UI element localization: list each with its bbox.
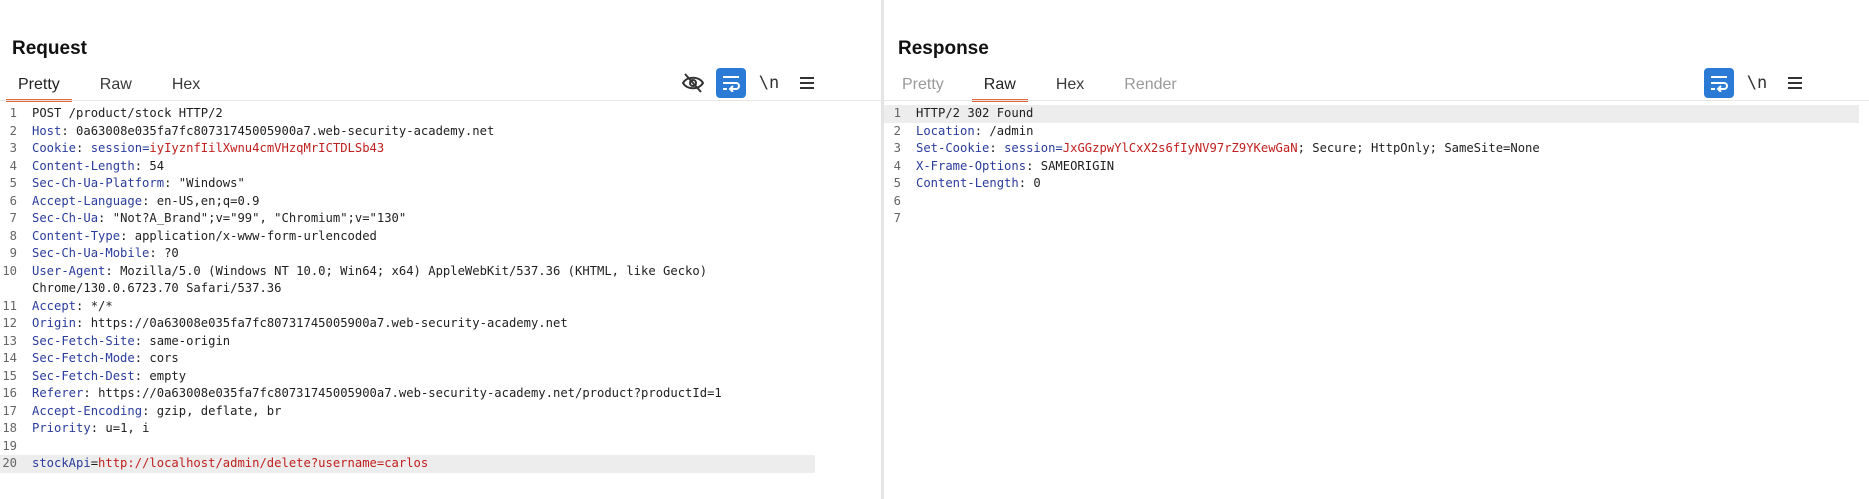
code-line-wrap: Chrome/130.0.6723.70 Safari/537.36: [32, 281, 282, 295]
request-menu-button[interactable]: [792, 68, 822, 98]
request-title: Request: [12, 38, 87, 59]
response-menu-button[interactable]: [1780, 68, 1810, 98]
response-tabs: Pretty Raw Hex Render: [890, 72, 1205, 102]
code-line: 15 Sec-Fetch-Dest: empty: [2, 368, 187, 383]
code-line: 8 Content-Type: application/x-www-form-ur…: [9, 228, 377, 243]
code-line: 6 Accept-Language: en-US,en;q=0.9: [9, 193, 260, 208]
response-toolbar: \n: [1696, 68, 1810, 98]
code-line: 3 Set-Cookie: session=JxGGzpwYlCxX2s6fIyN…: [893, 141, 1540, 155]
code-line: 1 POST /product/stock HTTP/2: [9, 106, 223, 120]
code-line: 3 Cookie: session=iyIyznfIilXwnu4cmVHzqMr…: [9, 141, 385, 155]
code-line: 2 Location: /admin: [893, 123, 1034, 138]
code-line: 14 Sec-Fetch-Mode: cors: [2, 351, 179, 365]
code-line: 18 Priority: u=1, i: [2, 421, 150, 435]
code-line: 12 Origin: https://0a63008e035fa7fc807317…: [2, 316, 568, 330]
code-line: 2 Host: 0a63008e035fa7fc80731745005900a7.…: [9, 123, 495, 138]
response-tab-render[interactable]: Render: [1112, 72, 1188, 102]
response-newline-toggle[interactable]: \n: [1742, 68, 1772, 98]
wrap-icon: [1711, 76, 1728, 92]
request-tab-hex[interactable]: Hex: [160, 72, 212, 102]
code-line: 4 X-Frame-Options: SAMEORIGIN: [893, 158, 1115, 173]
code-line-current: 1 HTTP/2 302 Found: [884, 105, 1859, 123]
code-line: 9 Sec-Ch-Ua-Mobile: ?0: [9, 246, 179, 260]
response-editor[interactable]: 1 HTTP/2 302 Found 2 Location: /admin 3 Set…: [884, 105, 1859, 228]
request-pane: Request Pretty Raw Hex \n 1 POST /produc…: [0, 0, 881, 499]
code-line: 6: [893, 193, 901, 208]
code-line: 5 Sec-Ch-Ua-Platform: "Windows": [9, 176, 245, 190]
code-line: 7 Sec-Ch-Ua: "Not?A_Brand";v="99", "Chrom…: [9, 211, 407, 225]
code-line-current: 20 stockApi=http://localhost/admin/delete…: [0, 455, 815, 473]
request-tab-raw[interactable]: Raw: [88, 72, 144, 102]
response-tab-pretty[interactable]: Pretty: [890, 72, 956, 102]
response-title: Response: [898, 38, 989, 59]
response-tab-raw[interactable]: Raw: [971, 72, 1028, 102]
menu-icon: [800, 77, 814, 89]
code-line: 10 User-Agent: Mozilla/5.0 (Windows NT 10…: [2, 263, 708, 278]
request-toolbar: \n: [670, 68, 822, 98]
code-line: 11 Accept: */*: [2, 298, 113, 313]
code-line: 16 Referer: https://0a63008e035fa7fc80731…: [2, 386, 722, 400]
request-tabs: Pretty Raw Hex: [6, 72, 228, 102]
menu-icon: [1788, 77, 1802, 89]
code-line: 5 Content-Length: 0: [893, 176, 1041, 190]
code-line: 13 Sec-Fetch-Site: same-origin: [2, 333, 231, 348]
request-newline-toggle[interactable]: \n: [754, 68, 784, 98]
wrap-icon: [723, 76, 740, 92]
response-pane: Response Pretty Raw Hex Render \n 1 HTTP/…: [884, 0, 1869, 499]
code-line: 17 Accept-Encoding: gzip, deflate, br: [2, 403, 282, 418]
request-wrap-button[interactable]: [716, 68, 746, 98]
code-line: 7: [893, 211, 901, 225]
eye-off-icon: [681, 73, 705, 93]
code-line: 19: [2, 438, 17, 453]
response-wrap-button[interactable]: [1704, 68, 1734, 98]
request-tab-pretty[interactable]: Pretty: [6, 72, 72, 102]
response-tab-hex[interactable]: Hex: [1044, 72, 1096, 102]
request-editor[interactable]: 1 POST /product/stock HTTP/2 2 Host: 0a630…: [0, 105, 815, 473]
hide-nonprintable-button[interactable]: [678, 68, 708, 98]
code-line: 4 Content-Length: 54: [9, 158, 165, 173]
